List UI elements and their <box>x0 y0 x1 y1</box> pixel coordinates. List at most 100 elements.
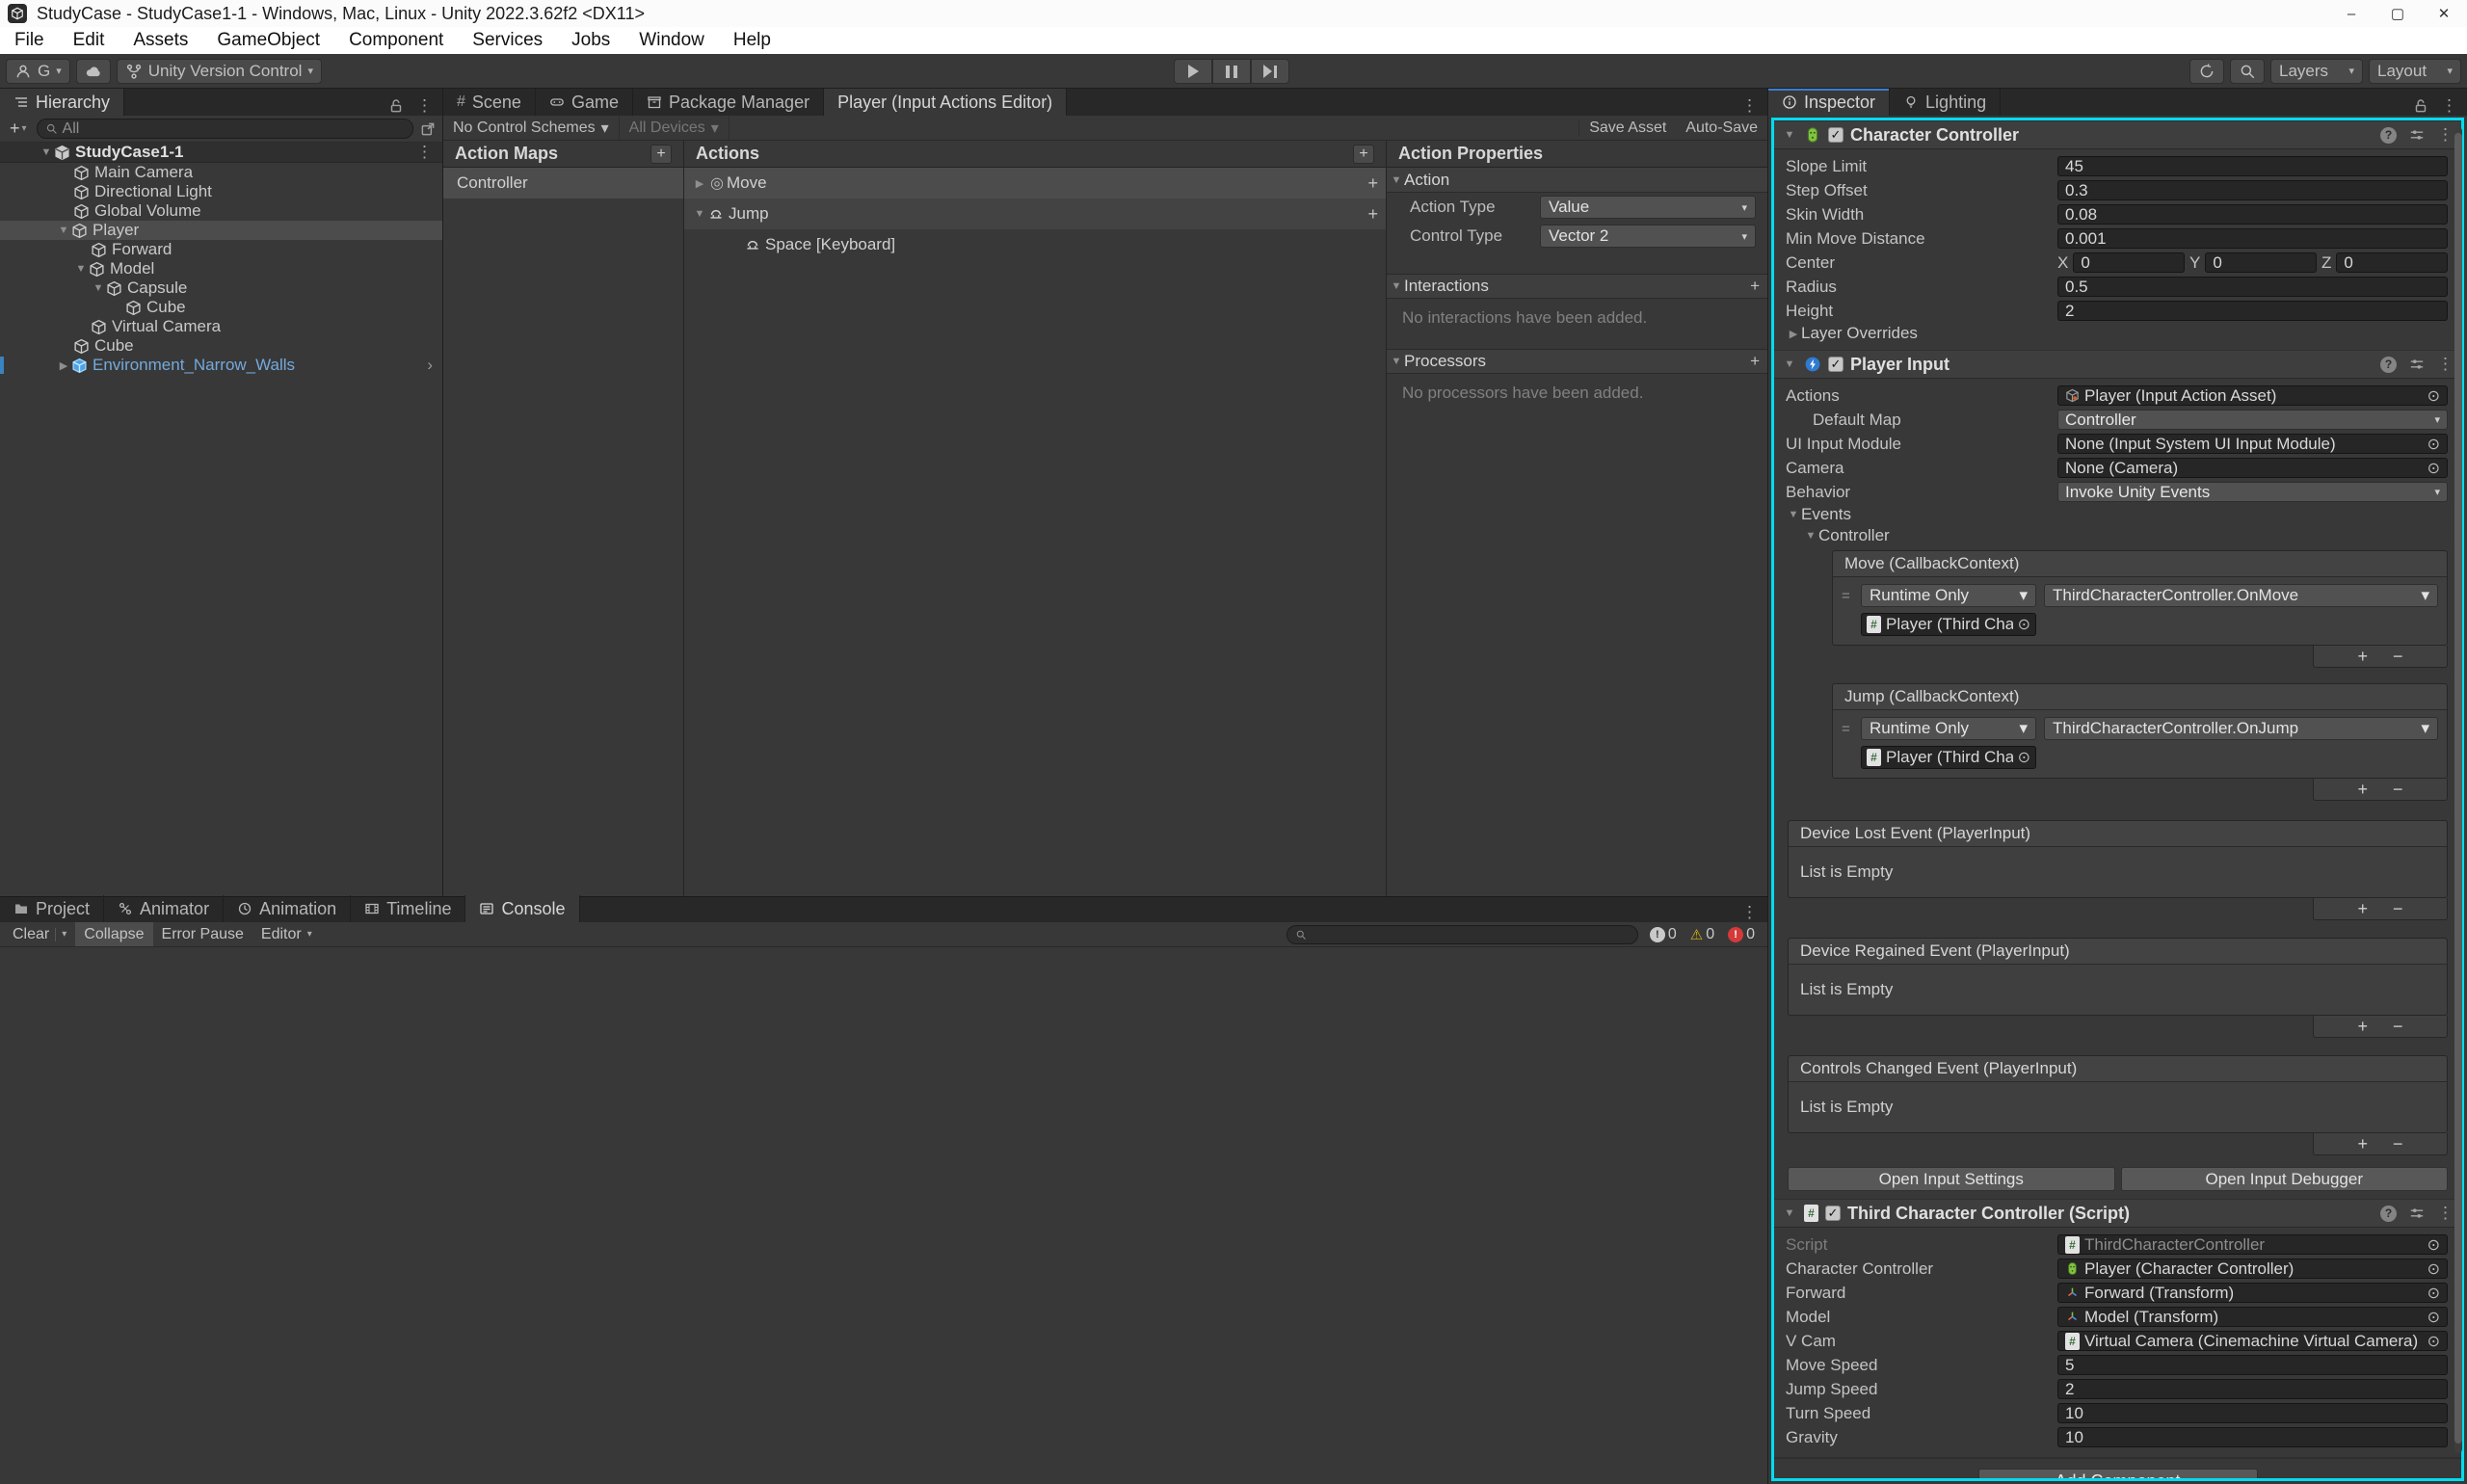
add-event-button[interactable]: + <box>2357 1017 2368 1037</box>
drag-handle-icon[interactable]: = <box>1842 588 1853 604</box>
maximize-button[interactable]: ▢ <box>2374 0 2421 27</box>
help-icon[interactable]: ? <box>2380 127 2397 144</box>
hierarchy-item-main-camera[interactable]: Main Camera <box>0 163 442 182</box>
component-enabled-checkbox[interactable]: ✓ <box>1828 127 1844 143</box>
add-event-button[interactable]: + <box>2357 647 2368 667</box>
prefab-open-chevron-icon[interactable]: › <box>427 356 433 375</box>
add-component-button[interactable]: Add Component <box>1978 1469 2258 1481</box>
kebab-menu-icon[interactable]: ⋮ <box>1741 903 1758 922</box>
foldout-open-icon[interactable]: ▼ <box>73 263 89 275</box>
move-callback-dropdown[interactable]: ThirdCharacterController.OnMove▾ <box>2044 584 2438 607</box>
hierarchy-item-capsule[interactable]: ▼Capsule <box>0 278 442 298</box>
help-icon[interactable]: ? <box>2380 357 2397 373</box>
height-field[interactable]: 2 <box>2057 301 2448 321</box>
kebab-menu-icon[interactable]: ⋮ <box>2441 96 2457 116</box>
add-event-button[interactable]: + <box>2357 1134 2368 1154</box>
events-foldout[interactable]: ▼Events <box>1774 504 2461 525</box>
menu-services[interactable]: Services <box>458 27 557 54</box>
add-gameobject-button[interactable]: +▾ <box>6 119 31 139</box>
tab-animator[interactable]: Animator <box>104 895 224 922</box>
event-mode-dropdown[interactable]: Runtime Only▾ <box>1861 717 2036 740</box>
skin-width-field[interactable]: 0.08 <box>2057 204 2448 225</box>
forward-field[interactable]: Forward (Transform)⊙ <box>2057 1283 2448 1303</box>
kebab-menu-icon[interactable]: ⋮ <box>2437 355 2454 374</box>
character-controller-header[interactable]: ▼ ✓ Character Controller ? ⋮ <box>1774 120 2461 149</box>
foldout-open-icon[interactable]: ▼ <box>1782 358 1797 370</box>
layout-dropdown[interactable]: Layout▾ <box>2369 59 2461 84</box>
tab-inspector[interactable]: Inspector <box>1768 89 1890 116</box>
lock-icon[interactable] <box>387 97 405 115</box>
character-controller-ref-field[interactable]: Player (Character Controller)⊙ <box>2057 1259 2448 1279</box>
object-picker-icon[interactable]: ⊙ <box>2427 1308 2440 1327</box>
foldout-open-icon[interactable]: ▼ <box>1389 174 1404 186</box>
foldout-open-icon[interactable]: ▼ <box>1389 356 1404 367</box>
slope-limit-field[interactable]: 45 <box>2057 156 2448 176</box>
component-enabled-checkbox[interactable]: ✓ <box>1825 1206 1841 1221</box>
open-input-debugger-button[interactable]: Open Input Debugger <box>2121 1167 2449 1191</box>
warning-count-toggle[interactable]: ⚠0 <box>1685 926 1719 943</box>
turn-speed-field[interactable]: 10 <box>2057 1403 2448 1423</box>
add-processor-button[interactable]: + <box>1750 352 1760 371</box>
hierarchy-item-directional-light[interactable]: Directional Light <box>0 182 442 201</box>
script-field[interactable]: #ThirdCharacterController⊙ <box>2057 1234 2448 1255</box>
minimize-button[interactable]: – <box>2328 0 2374 27</box>
tab-console[interactable]: Console <box>465 895 579 922</box>
hierarchy-item-player[interactable]: ▼Player <box>0 221 442 240</box>
foldout-open-icon[interactable]: ▼ <box>1782 1207 1797 1219</box>
menu-assets[interactable]: Assets <box>119 27 202 54</box>
foldout-closed-icon[interactable]: ▶ <box>56 359 71 372</box>
auto-save-toggle[interactable]: Auto-Save <box>1676 119 1767 137</box>
object-picker-icon[interactable]: ⊙ <box>2427 386 2440 406</box>
devices-dropdown[interactable]: All Devices▾ <box>620 116 729 140</box>
tab-hierarchy[interactable]: Hierarchy <box>0 89 124 116</box>
hierarchy-item-cube[interactable]: Cube <box>0 336 442 356</box>
presets-icon[interactable] <box>2408 1205 2426 1222</box>
search-button[interactable] <box>2230 59 2265 84</box>
event-mode-dropdown[interactable]: Runtime Only▾ <box>1861 584 2036 607</box>
foldout-open-icon[interactable]: ▼ <box>692 208 707 220</box>
center-z-field[interactable]: 0 <box>2336 252 2448 273</box>
kebab-menu-icon[interactable]: ⋮ <box>2437 125 2454 145</box>
hierarchy-item-environment-narrow-walls[interactable]: ▶ Environment_Narrow_Walls › <box>0 356 442 375</box>
menu-edit[interactable]: Edit <box>59 27 119 54</box>
remove-event-button[interactable]: − <box>2393 899 2403 919</box>
editor-dropdown[interactable]: Editor▾ <box>252 922 321 946</box>
close-button[interactable]: ✕ <box>2421 0 2467 27</box>
object-picker-icon[interactable]: ⊙ <box>2427 435 2440 454</box>
foldout-open-icon[interactable]: ▼ <box>1389 280 1404 292</box>
tab-scene[interactable]: #Scene <box>443 89 536 116</box>
foldout-open-icon[interactable]: ▼ <box>1782 129 1797 141</box>
menu-gameobject[interactable]: GameObject <box>202 27 334 54</box>
add-binding-button[interactable]: + <box>1367 204 1378 225</box>
console-search-input[interactable] <box>1287 925 1638 944</box>
remove-event-button[interactable]: − <box>2393 647 2403 667</box>
action-move[interactable]: ▶ ◎ Move + <box>684 168 1386 199</box>
hierarchy-item-cube-child[interactable]: Cube <box>0 298 442 317</box>
model-field[interactable]: Model (Transform)⊙ <box>2057 1307 2448 1327</box>
vcam-field[interactable]: #Virtual Camera (Cinemachine Virtual Cam… <box>2057 1331 2448 1351</box>
kebab-menu-icon[interactable]: ⋮ <box>416 96 433 116</box>
foldout-closed-icon[interactable]: ▶ <box>692 177 707 190</box>
add-event-button[interactable]: + <box>2357 899 2368 919</box>
presets-icon[interactable] <box>2408 356 2426 373</box>
controller-events-foldout[interactable]: ▼Controller <box>1774 525 2461 546</box>
scrollbar-thumb[interactable] <box>2454 133 2462 1444</box>
pause-button[interactable] <box>1212 59 1251 84</box>
error-pause-button[interactable]: Error Pause <box>153 922 252 946</box>
add-event-button[interactable]: + <box>2357 780 2368 800</box>
remove-event-button[interactable]: − <box>2393 1134 2403 1154</box>
tab-input-actions-editor[interactable]: Player (Input Actions Editor) <box>824 89 1067 116</box>
menu-help[interactable]: Help <box>719 27 785 54</box>
console-log-area[interactable] <box>0 947 1767 1484</box>
drag-handle-icon[interactable]: = <box>1842 721 1853 737</box>
object-picker-icon[interactable]: ⊙ <box>2427 1332 2440 1351</box>
object-picker-icon[interactable]: ⊙ <box>2427 1235 2440 1255</box>
center-x-field[interactable]: 0 <box>2073 252 2185 273</box>
kebab-menu-icon[interactable]: ⋮ <box>416 143 433 162</box>
add-interaction-button[interactable]: + <box>1750 277 1760 296</box>
add-action-map-button[interactable]: + <box>650 145 672 164</box>
cloud-button[interactable] <box>76 59 111 84</box>
layers-dropdown[interactable]: Layers▾ <box>2270 59 2363 84</box>
tab-game[interactable]: Game <box>536 89 633 116</box>
object-picker-icon[interactable]: ⊙ <box>2427 459 2440 478</box>
